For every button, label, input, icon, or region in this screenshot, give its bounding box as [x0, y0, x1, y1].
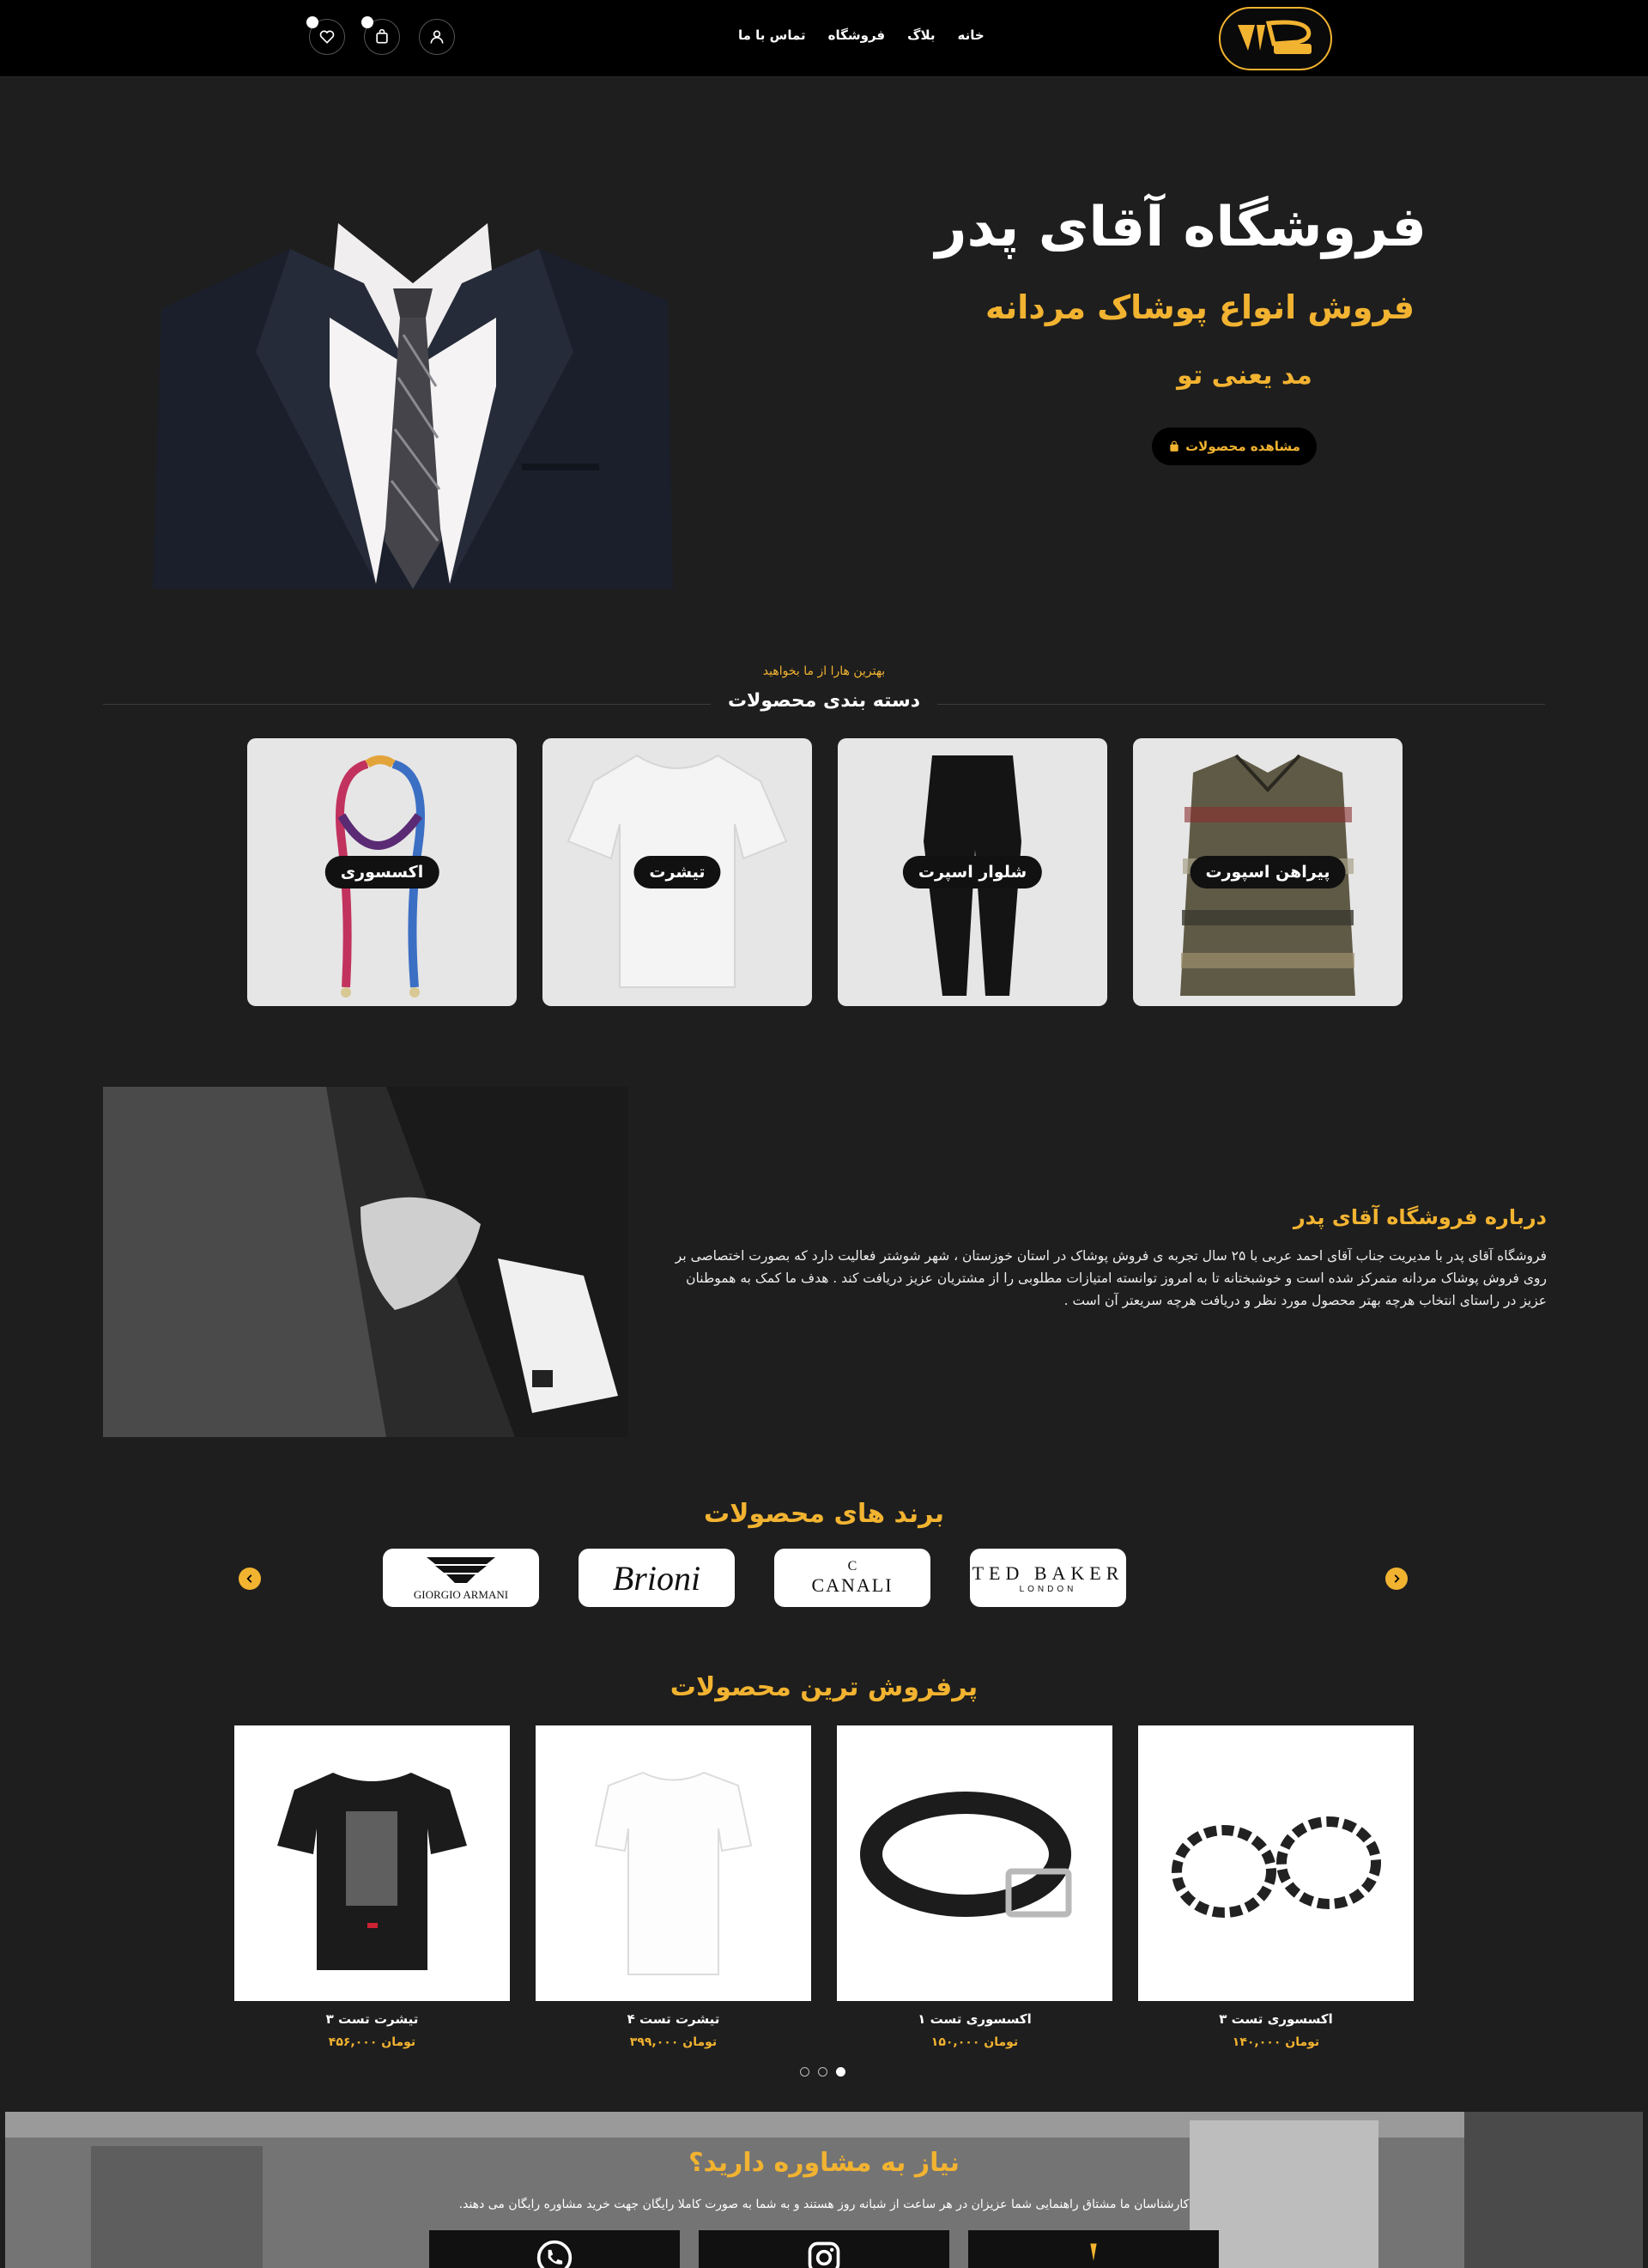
brand-canali[interactable]: C CANALI	[774, 1549, 930, 1607]
black-tshirt-image	[277, 1773, 467, 1970]
instagram-icon	[808, 2241, 840, 2268]
category-list: اکسسوری تیشرت شلوار اسپرت پیراهن اسپورت	[247, 738, 1403, 1006]
hero-motto: مد یعنی تو	[1177, 361, 1312, 391]
nav-blog[interactable]: بلاگ	[907, 27, 935, 43]
product-card[interactable]: تیشرت تست ۳ ۴۵۶,۰۰۰ تومان	[234, 1725, 510, 2049]
product-card[interactable]: تیشرت تست ۴ ۳۹۹,۰۰۰ تومان	[536, 1725, 811, 2049]
brioni-logo-text: Brioni	[612, 1558, 701, 1598]
consult-text: کارشناسان ما مشتاق راهنمایی شما عزیزان د…	[458, 2198, 1190, 2211]
brands-prev-button[interactable]	[239, 1568, 261, 1590]
hero-subtitle: فروش انواع پوشاک مردانه	[985, 288, 1415, 326]
cart-icon	[376, 28, 388, 44]
pagination-dot-1[interactable]	[800, 2067, 809, 2077]
product-image	[234, 1725, 510, 2001]
user-icon	[430, 30, 444, 44]
product-image	[837, 1725, 1112, 2001]
armani-logo-text: GIORGIO ARMANI	[414, 1588, 508, 1601]
site-header: خانه بلاگ فروشگاه تماس با ما	[0, 0, 1648, 77]
category-label: شلوار اسپرت	[902, 856, 1043, 888]
site-logo[interactable]	[1219, 7, 1332, 70]
wishlist-count-badge	[306, 16, 318, 28]
category-card-sport-pants[interactable]: شلوار اسپرت	[838, 738, 1107, 1006]
brand-carousel: GIORGIO ARMANI Brioni C CANALI TED BAKER…	[383, 1549, 1126, 1607]
product-card[interactable]: اکسسوری تست ۳ ۱۴۰,۰۰۰ تومان	[1138, 1725, 1414, 2049]
pagination-dot-2[interactable]	[818, 2067, 827, 2077]
tedbaker-logo: TED BAKER LONDON	[972, 1562, 1124, 1594]
category-card-tshirt[interactable]: تیشرت	[542, 738, 812, 1006]
phone-contact-button[interactable]	[429, 2230, 680, 2268]
tailor-image	[103, 1087, 628, 1437]
logo-icon	[1238, 20, 1312, 54]
category-card-accessory[interactable]: اکسسوری	[247, 738, 517, 1006]
product-name[interactable]: اکسسوری تست ۱	[837, 2011, 1112, 2027]
account-button[interactable]	[419, 19, 455, 55]
hero-title: فروشگاه آقای پدر	[935, 196, 1427, 259]
telegram-contact-button[interactable]	[968, 2230, 1219, 2268]
canali-logo-text: CANALI	[811, 1574, 894, 1596]
about-text: فروشگاه آقای پدر با مدیریت جناب آقای احم…	[675, 1248, 1547, 1308]
product-name[interactable]: تیشرت تست ۳	[234, 2011, 510, 2027]
product-price: ۱۵۰,۰۰۰ تومان	[930, 2035, 1019, 2049]
brands-next-button[interactable]	[1385, 1568, 1408, 1590]
categories-title-wrap: دسته بندی محصولات	[0, 690, 1648, 712]
main-nav: خانه بلاگ فروشگاه تماس با ما	[738, 27, 985, 43]
nav-contact[interactable]: تماس با ما	[738, 27, 806, 43]
product-price: ۳۹۹,۰۰۰ تومان	[629, 2035, 718, 2049]
cart-button[interactable]	[361, 16, 400, 55]
categories-kicker: بهترین هارا از ما بخواهید	[762, 664, 886, 678]
categories-title: دسته بندی محصولات	[710, 690, 938, 712]
product-price: ۱۴۰,۰۰۰ تومان	[1232, 2035, 1320, 2049]
consult-contact-buttons	[429, 2230, 1219, 2268]
telegram-icon	[1090, 2243, 1097, 2261]
canali-logo-mark: C	[847, 1559, 857, 1574]
view-products-label: مشاهده محصولات	[1185, 439, 1300, 454]
phone-icon	[536, 2240, 573, 2268]
bag-icon	[1170, 440, 1178, 452]
hero-suit-image	[153, 223, 673, 589]
product-name[interactable]: اکسسوری تست ۳	[1138, 2011, 1414, 2027]
white-tshirt-image	[594, 1771, 753, 1975]
product-name[interactable]: تیشرت تست ۴	[536, 2011, 811, 2027]
brand-ted-baker[interactable]: TED BAKER LONDON	[970, 1549, 1126, 1607]
header-actions	[306, 16, 455, 55]
category-label: پیراهن اسپورت	[1190, 856, 1346, 888]
wishlist-button[interactable]	[306, 16, 345, 55]
view-products-button[interactable]: مشاهده محصولات	[1152, 428, 1317, 465]
about-title: درباره فروشگاه آقای پدر	[1293, 1205, 1547, 1229]
cart-count-badge	[361, 16, 373, 28]
consultation-banner: نیاز به مشاوره دارید؟ کارشناسان ما مشتاق…	[5, 2112, 1643, 2268]
tedbaker-logo-text: TED BAKER	[972, 1562, 1124, 1584]
tedbaker-logo-sub: LONDON	[1019, 1584, 1077, 1594]
consult-title: نیاز به مشاوره دارید؟	[688, 2148, 960, 2178]
carousel-pagination	[800, 2067, 845, 2077]
heart-icon	[319, 30, 335, 44]
nav-shop[interactable]: فروشگاه	[828, 27, 885, 43]
bracelet-image	[1172, 1816, 1381, 1918]
arrow-right-icon	[1394, 1574, 1400, 1583]
category-label: اکسسوری	[324, 856, 439, 888]
nav-home[interactable]: خانه	[958, 27, 985, 43]
canali-logo: C CANALI	[811, 1559, 893, 1597]
product-image	[1138, 1725, 1414, 2001]
brands-title: برند های محصولات	[703, 1499, 945, 1529]
brand-armani[interactable]: GIORGIO ARMANI	[383, 1549, 539, 1607]
armani-logo: GIORGIO ARMANI	[414, 1557, 508, 1601]
bestsellers-title: پرفروش ترین محصولات	[670, 1672, 978, 1702]
product-list: تیشرت تست ۳ ۴۵۶,۰۰۰ تومان تیشرت تست ۴ ۳۹…	[234, 1725, 1414, 2049]
belt-image	[860, 1792, 1072, 1918]
product-price: ۴۵۶,۰۰۰ تومان	[328, 2035, 416, 2049]
instagram-contact-button[interactable]	[699, 2230, 949, 2268]
category-label: تیشرت	[633, 856, 721, 888]
pagination-dot-3[interactable]	[836, 2067, 845, 2077]
product-card[interactable]: اکسسوری تست ۱ ۱۵۰,۰۰۰ تومان	[837, 1725, 1112, 2049]
product-image	[536, 1725, 811, 2001]
brand-brioni[interactable]: Brioni	[579, 1549, 735, 1607]
arrow-left-icon	[246, 1574, 252, 1583]
category-card-sport-shirt[interactable]: پیراهن اسپورت	[1133, 738, 1403, 1006]
